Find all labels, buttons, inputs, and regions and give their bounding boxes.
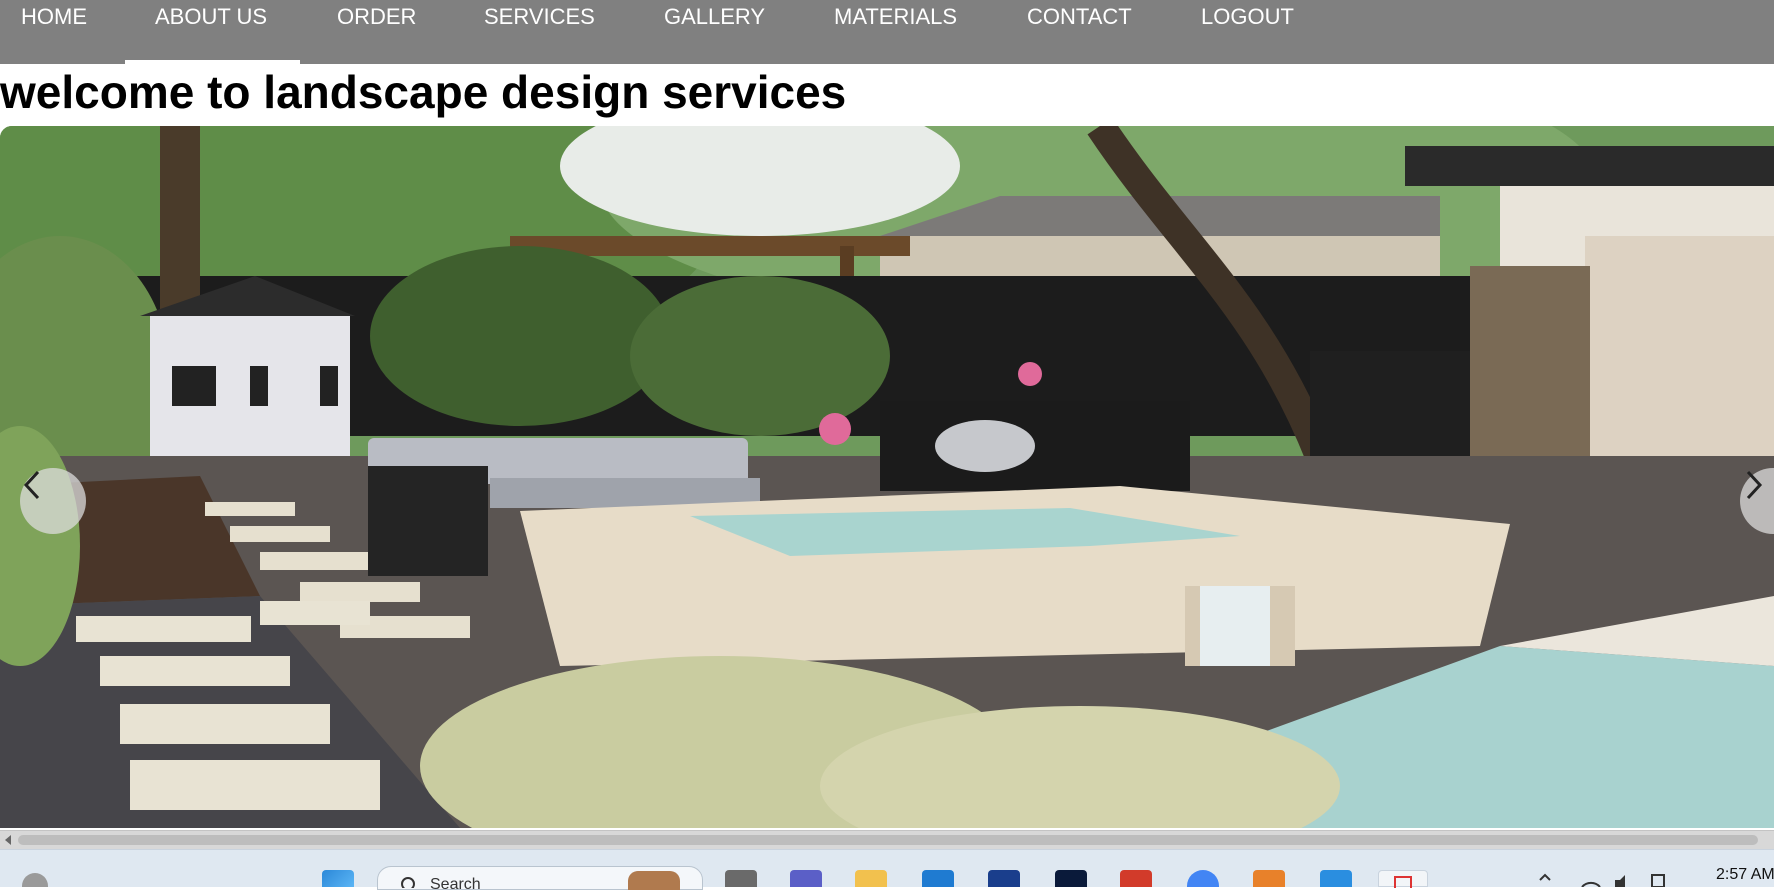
nav-order-link[interactable]: ORDER bbox=[333, 0, 420, 34]
nav-services-link[interactable]: SERVICES bbox=[480, 0, 599, 34]
chevron-right-icon bbox=[1746, 470, 1763, 500]
chevron-left-icon bbox=[23, 470, 40, 500]
nav-contact-link[interactable]: CONTACT bbox=[1023, 0, 1136, 34]
search-placeholder: Search bbox=[430, 876, 481, 893]
horizontal-scrollbar[interactable] bbox=[0, 830, 1774, 849]
main-nav: HOME ABOUT US ORDER SERVICES GALLERY MAT… bbox=[0, 0, 1774, 64]
photoshop-icon[interactable] bbox=[1055, 870, 1087, 887]
taskbar-search-box[interactable]: Search bbox=[377, 866, 703, 893]
task-view-icon[interactable] bbox=[725, 870, 757, 887]
battery-icon[interactable] bbox=[1648, 870, 1670, 888]
app-icon[interactable] bbox=[988, 870, 1020, 887]
windows-start-icon[interactable] bbox=[322, 870, 354, 887]
nav-active-indicator bbox=[125, 60, 300, 64]
chevron-up-icon[interactable] bbox=[1538, 870, 1552, 887]
wifi-icon[interactable] bbox=[1580, 870, 1602, 888]
search-icon bbox=[401, 877, 415, 888]
nav-materials-link[interactable]: MATERIALS bbox=[830, 0, 961, 34]
file-explorer-icon[interactable] bbox=[855, 870, 887, 887]
store-icon[interactable] bbox=[922, 870, 954, 887]
nav-gallery-link[interactable]: GALLERY bbox=[660, 0, 769, 34]
chrome-icon[interactable] bbox=[1187, 870, 1219, 887]
scroll-left-arrow-icon[interactable] bbox=[0, 831, 16, 849]
nav-logout-link[interactable]: LOGOUT bbox=[1197, 0, 1298, 34]
teams-icon[interactable] bbox=[790, 870, 822, 887]
hero-carousel bbox=[0, 126, 1774, 828]
app-icon-orange[interactable] bbox=[1253, 870, 1285, 887]
search-highlight-icon bbox=[628, 871, 680, 890]
taskbar-clock[interactable]: 2:57 AM bbox=[1716, 866, 1774, 884]
page-title: welcome to landscape design services bbox=[0, 66, 847, 118]
volume-icon[interactable] bbox=[1612, 870, 1634, 887]
nav-about-us-link[interactable]: ABOUT US bbox=[151, 0, 271, 34]
gmail-icon[interactable] bbox=[1120, 870, 1152, 887]
vscode-icon[interactable] bbox=[1320, 870, 1352, 887]
scrollbar-thumb[interactable] bbox=[18, 835, 1758, 845]
taskbar: Search 2:57 AM bbox=[0, 849, 1774, 893]
active-app-icon[interactable] bbox=[1378, 870, 1428, 888]
carousel-prev-button[interactable] bbox=[20, 468, 86, 534]
weather-icon[interactable] bbox=[22, 873, 48, 887]
nav-home-link[interactable]: HOME bbox=[17, 0, 91, 34]
backyard-photo bbox=[0, 126, 1774, 828]
